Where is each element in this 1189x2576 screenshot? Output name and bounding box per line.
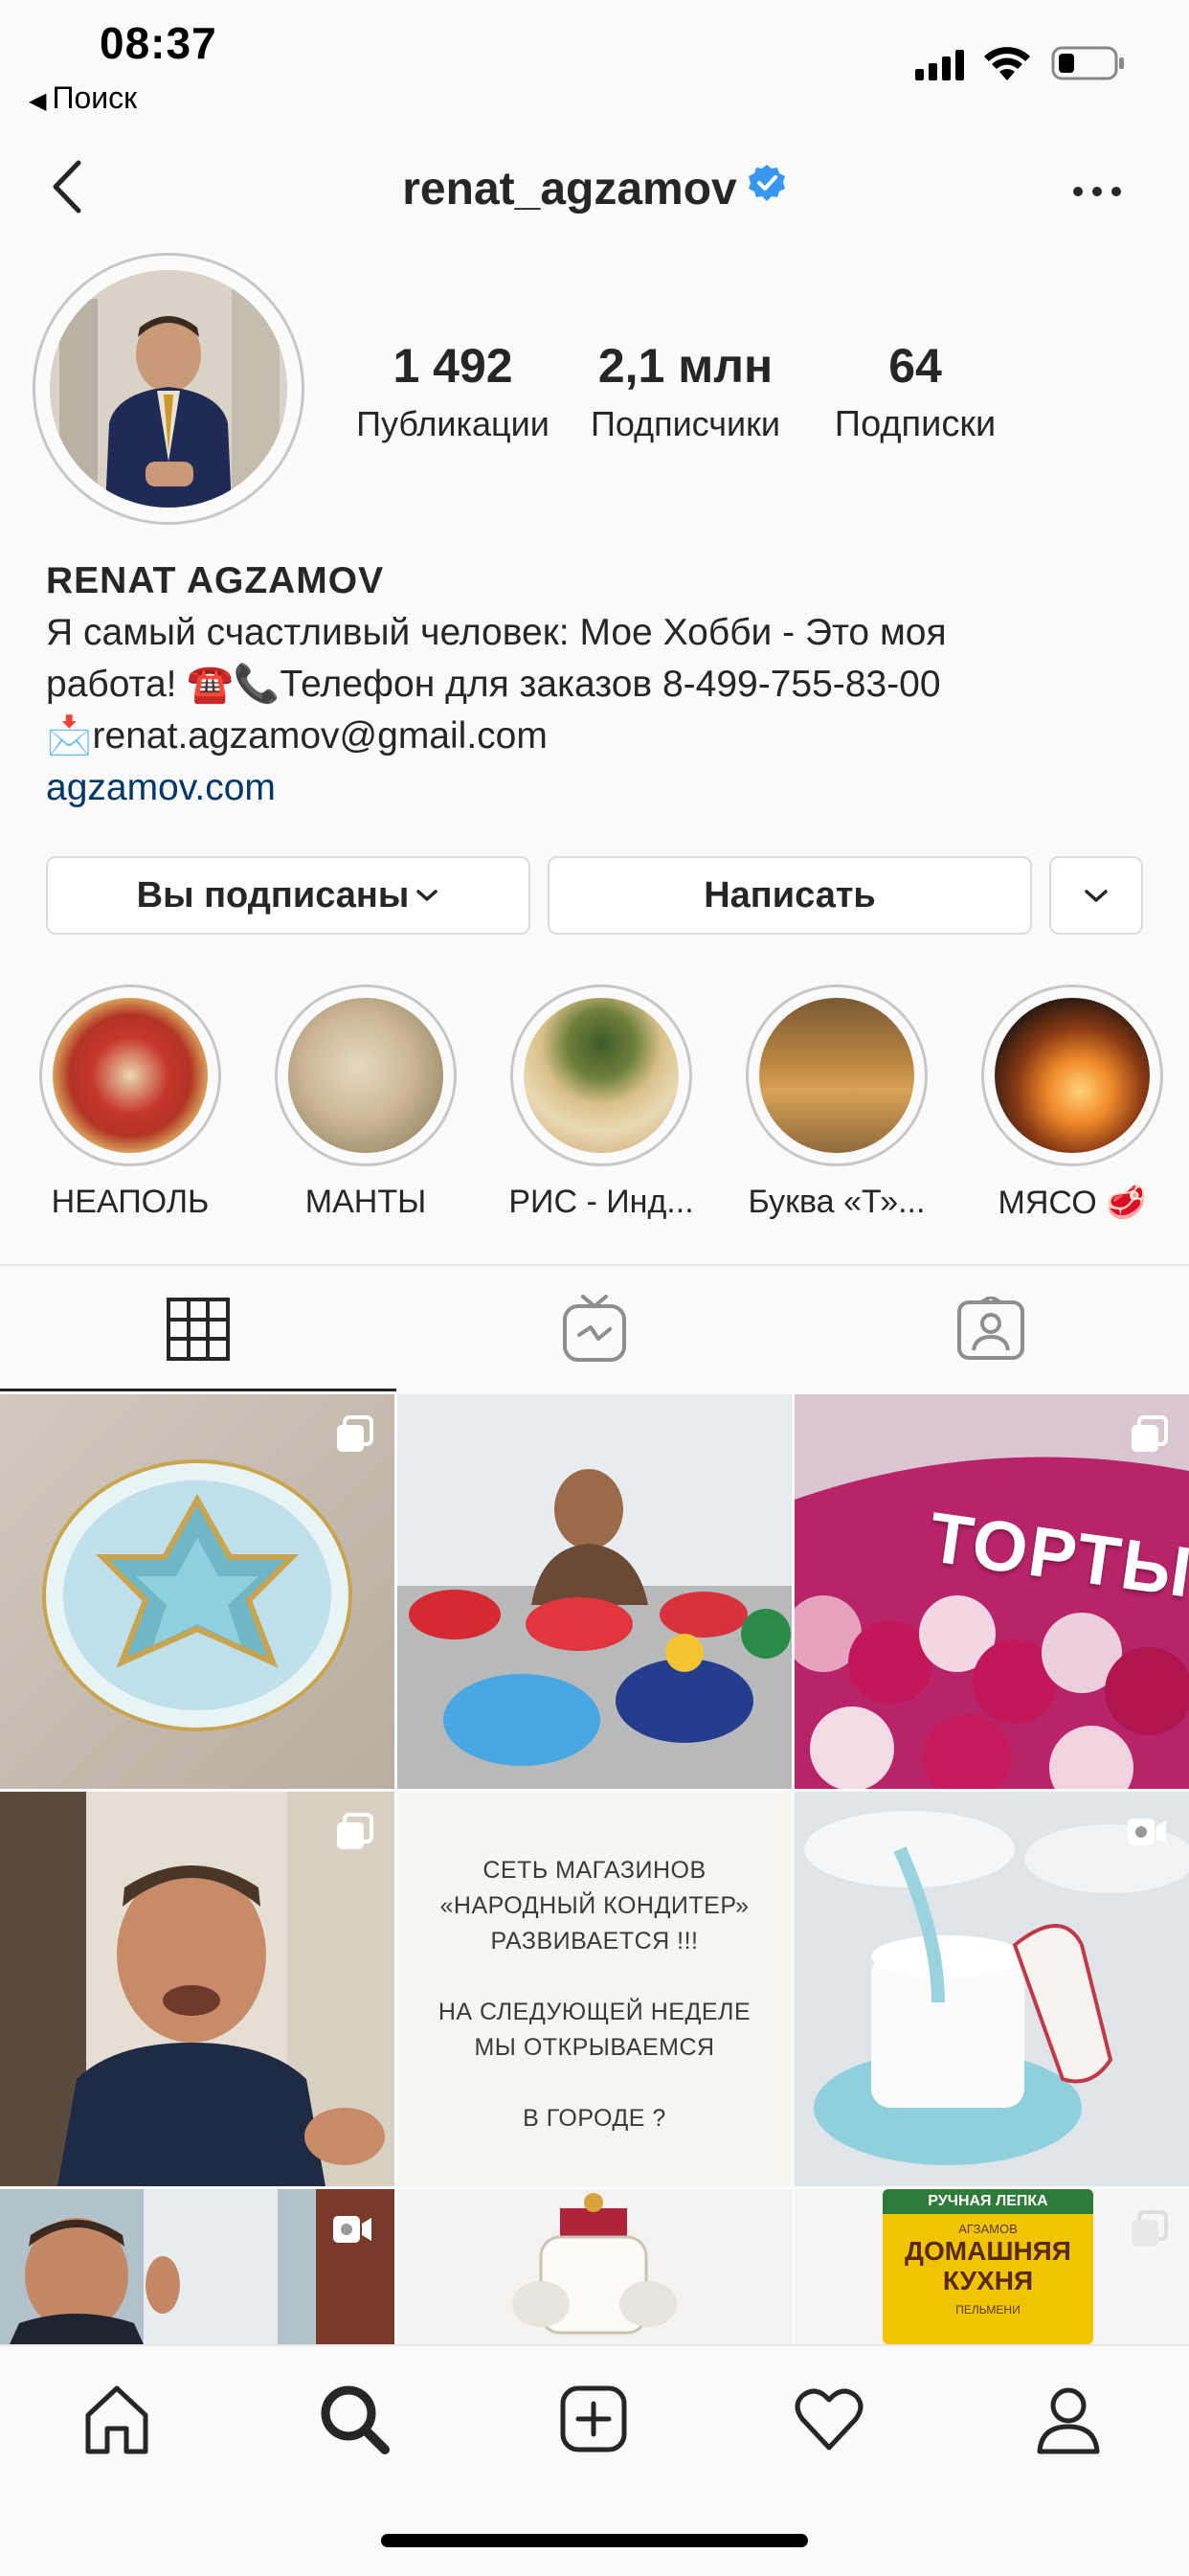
igtv-icon <box>563 1295 626 1362</box>
post-thumbnail[interactable] <box>0 1394 394 1789</box>
post-thumbnail[interactable] <box>397 1394 792 1789</box>
tagged-person-icon <box>957 1297 1024 1360</box>
highlight-rice[interactable]: РИС - Инд... <box>507 984 695 1221</box>
nav-home[interactable] <box>69 2371 165 2467</box>
post-thumbnail[interactable]: РУЧНАЯ ЛЕПКА АГЗАМОВ ДОМАШНЯЯ КУХНЯ ПЕЛЬ… <box>795 2189 1189 2344</box>
package-brand: АГЗАМОВ <box>958 2222 1018 2236</box>
post-thumbnail[interactable]: ТОРТЫ <box>795 1394 1189 1789</box>
package-bottom-label: ПЕЛЬМЕНИ <box>955 2303 1021 2316</box>
profile-username: renat_agzamov <box>0 163 1189 215</box>
nav-search[interactable] <box>306 2371 402 2467</box>
activity-heart-icon <box>795 2388 864 2451</box>
highlight-image-bread <box>759 998 914 1153</box>
new-post-icon <box>560 2385 627 2452</box>
porcelain-cake-photo-image <box>397 2189 792 2344</box>
post-thumbnail[interactable] <box>397 2189 792 2344</box>
multiple-photos-icon <box>1132 2210 1168 2247</box>
highlight-letter-t[interactable]: Буква «Т»... <box>743 984 931 1221</box>
stat-posts-label: Публикации <box>356 404 550 443</box>
grid-icon <box>167 1298 230 1361</box>
highlight-image-rice <box>524 998 679 1153</box>
cakes-photo-image <box>397 1394 792 1789</box>
bio-line-1: Я самый счастливый человек: Мое Хобби - … <box>46 612 947 653</box>
package-top-label: РУЧНАЯ ЛЕПКА <box>883 2189 1093 2214</box>
nav-profile[interactable] <box>1021 2371 1116 2467</box>
stat-following-value: 64 <box>888 339 942 393</box>
post-thumbnail[interactable] <box>0 1792 394 2186</box>
following-label: Вы подписаны <box>136 874 410 915</box>
message-label: Написать <box>704 874 876 915</box>
post-thumbnail[interactable]: СЕТЬ МАГАЗИНОВ «НАРОДНЫЙ КОНДИТЕР» РАЗВИ… <box>397 1792 792 2186</box>
highlight-image-manty <box>288 998 443 1153</box>
highlight-ring <box>981 984 1163 1166</box>
nav-new-post[interactable] <box>546 2371 641 2467</box>
stat-followers-label: Подписчики <box>590 404 781 443</box>
username-text: renat_agzamov <box>402 164 737 215</box>
dumplings-package: РУЧНАЯ ЛЕПКА АГЗАМОВ ДОМАШНЯЯ КУХНЯ ПЕЛЬ… <box>883 2189 1093 2344</box>
highlight-ring <box>746 984 928 1166</box>
post-thumbnail[interactable] <box>0 2189 394 2344</box>
highlight-image-fire <box>995 998 1150 1153</box>
bio-line-3: 📩renat.agzamov@gmail.com <box>46 715 548 757</box>
nav-activity[interactable] <box>781 2371 877 2467</box>
chevron-down-icon <box>416 890 438 901</box>
stat-posts[interactable]: 1 492 Публикации <box>352 339 553 444</box>
signal-icon <box>915 48 967 82</box>
home-icon <box>85 2385 148 2454</box>
profile-tabs <box>0 1264 1189 1392</box>
profile-bio: RENAT AGZAMOV Я самый счастливый человек… <box>46 555 1147 814</box>
highlight-label: МАНТЫ <box>304 1184 427 1220</box>
highlight-image-pizza <box>53 998 208 1153</box>
highlight-manty[interactable]: МАНТЫ <box>272 984 460 1221</box>
more-horizontal-icon <box>1073 187 1121 196</box>
highlight-napoli[interactable]: НЕАПОЛЬ <box>36 984 224 1221</box>
status-time: 08:37 <box>100 18 217 68</box>
highlight-meat[interactable]: МЯСО 🥩 <box>978 984 1166 1222</box>
battery-icon <box>1051 44 1128 82</box>
video-camera-icon <box>333 2216 371 2243</box>
back-to-search-label: Поиск <box>52 80 138 115</box>
chevron-down-icon <box>1085 890 1108 902</box>
profile-full-name: RENAT AGZAMOV <box>46 560 385 601</box>
stat-posts-value: 1 492 <box>393 339 513 393</box>
verified-badge-icon <box>747 162 787 215</box>
video-camera-icon <box>1128 1819 1166 1845</box>
following-button[interactable]: Вы подписаны <box>46 856 530 935</box>
highlight-ring <box>510 984 692 1166</box>
stat-following[interactable]: 64 Подписки <box>814 339 1017 445</box>
highlight-label: МЯСО 🥩 <box>998 1185 1147 1221</box>
highlight-ring <box>275 984 457 1166</box>
tab-tagged[interactable] <box>793 1266 1189 1392</box>
website-link[interactable]: agzamov.com <box>46 762 1147 814</box>
stat-followers[interactable]: 2,1 млн Подписчики <box>580 339 791 444</box>
tab-igtv[interactable] <box>396 1266 793 1392</box>
more-options-button[interactable] <box>1070 182 1124 201</box>
highlight-ring <box>39 984 221 1166</box>
multiple-photos-icon <box>337 1415 373 1452</box>
search-icon <box>321 2385 390 2454</box>
highlight-label: НЕАПОЛЬ <box>51 1184 210 1220</box>
stat-followers-value: 2,1 млн <box>597 339 774 393</box>
tab-grid[interactable] <box>0 1266 396 1392</box>
bio-line-2: работа! ☎️📞Телефон для заказов 8-499-755… <box>46 664 941 705</box>
message-button[interactable]: Написать <box>548 856 1032 935</box>
highlight-label: РИС - Инд... <box>508 1184 694 1220</box>
multiple-photos-icon <box>1132 1415 1168 1452</box>
active-tab-indicator <box>0 1389 396 1391</box>
stat-following-label: Подписки <box>834 404 997 444</box>
back-to-search-link[interactable]: ◀ Поиск <box>29 80 137 116</box>
multiple-photos-icon <box>337 1813 373 1849</box>
suggestions-dropdown-button[interactable] <box>1049 856 1143 935</box>
wifi-icon <box>982 44 1032 82</box>
home-indicator <box>381 2534 808 2547</box>
back-triangle-icon: ◀ <box>29 88 47 114</box>
post-thumbnail[interactable] <box>795 1792 1189 2186</box>
package-title-1: ДОМАШНЯЯ <box>905 2236 1071 2266</box>
highlight-label: Буква «Т»... <box>748 1184 926 1220</box>
profile-icon <box>1037 2387 1100 2454</box>
announcement-text: СЕТЬ МАГАЗИНОВ «НАРОДНЫЙ КОНДИТЕР» РАЗВИ… <box>397 1792 792 2186</box>
package-title-2: КУХНЯ <box>942 2266 1034 2295</box>
avatar[interactable] <box>50 270 287 508</box>
